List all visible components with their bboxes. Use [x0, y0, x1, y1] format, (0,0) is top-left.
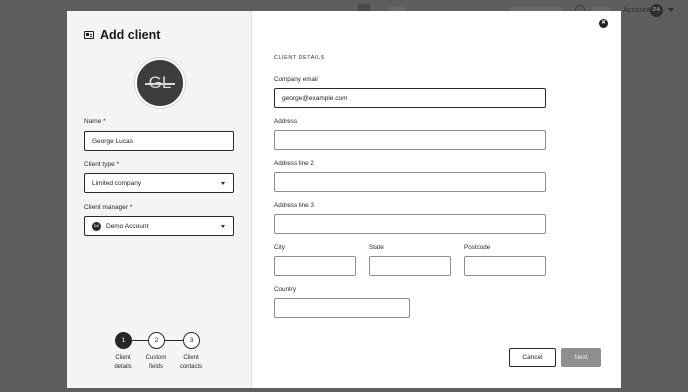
country-label: Country — [274, 286, 297, 293]
city-label: City — [274, 244, 285, 251]
client-manager-value: Demo Account — [106, 222, 149, 230]
chevron-down-icon — [221, 182, 225, 185]
postcode-input[interactable] — [464, 256, 546, 276]
company-email-label: Company email — [274, 76, 318, 83]
account-avatar: DA — [650, 4, 663, 17]
step-2-label: Custom fields — [145, 355, 167, 370]
account-label: Account — [623, 5, 651, 14]
modal-form: ✕ CLIENT DETAILS Company email george@ex… — [252, 11, 621, 388]
client-logo[interactable]: GL — [135, 58, 185, 108]
stepper: 1 2 3 Client details Custom fields Client c… — [112, 332, 212, 382]
step-3-label: Client contacts — [179, 355, 203, 370]
state-input[interactable] — [369, 256, 451, 276]
address-line-3-input[interactable] — [274, 214, 546, 234]
chevron-down-icon — [221, 225, 225, 228]
company-email-value: george@example.com — [282, 94, 348, 102]
city-input[interactable] — [274, 256, 356, 276]
chevron-down-icon — [668, 8, 674, 12]
client-type-value: Limited company — [92, 179, 142, 187]
client-type-label: Client type * — [84, 161, 120, 168]
modal-header: Add client — [84, 28, 160, 42]
postcode-label: Postcode — [464, 244, 491, 251]
client-manager-select[interactable]: DA Demo Account — [84, 216, 234, 236]
address-line-3-label: Address line 3 — [274, 202, 314, 209]
id-card-icon — [84, 31, 94, 39]
name-input[interactable]: George Lucas — [84, 131, 234, 151]
address-line-2-label: Address line 2 — [274, 160, 314, 167]
modal-sidebar: Add client GL Name * George Lucas Client… — [67, 11, 252, 388]
section-title: CLIENT DETAILS — [274, 55, 325, 61]
add-client-modal: Add client GL Name * George Lucas Client… — [67, 11, 621, 388]
client-manager-label: Client manager * — [84, 204, 133, 211]
step-3[interactable]: 3 — [183, 332, 200, 349]
modal-title: Add client — [100, 28, 161, 42]
step-connector — [165, 340, 183, 341]
step-2[interactable]: 2 — [148, 332, 165, 349]
country-input[interactable] — [274, 298, 410, 318]
step-1-label: Client details — [114, 355, 132, 370]
next-button[interactable]: Next — [561, 348, 601, 367]
step-1[interactable]: 1 — [115, 332, 132, 349]
name-label: Name * — [84, 118, 106, 125]
cancel-button[interactable]: Cancel — [509, 348, 556, 367]
name-value: George Lucas — [92, 137, 133, 145]
logo-strike — [145, 83, 175, 85]
manager-avatar: DA — [92, 221, 101, 231]
client-type-select[interactable]: Limited company — [84, 173, 234, 193]
address-line-2-input[interactable] — [274, 172, 546, 192]
address-input[interactable] — [274, 130, 546, 150]
company-email-input[interactable]: george@example.com — [274, 88, 546, 108]
address-label: Address — [274, 118, 298, 125]
close-icon[interactable]: ✕ — [599, 19, 608, 28]
state-label: State — [369, 244, 384, 251]
